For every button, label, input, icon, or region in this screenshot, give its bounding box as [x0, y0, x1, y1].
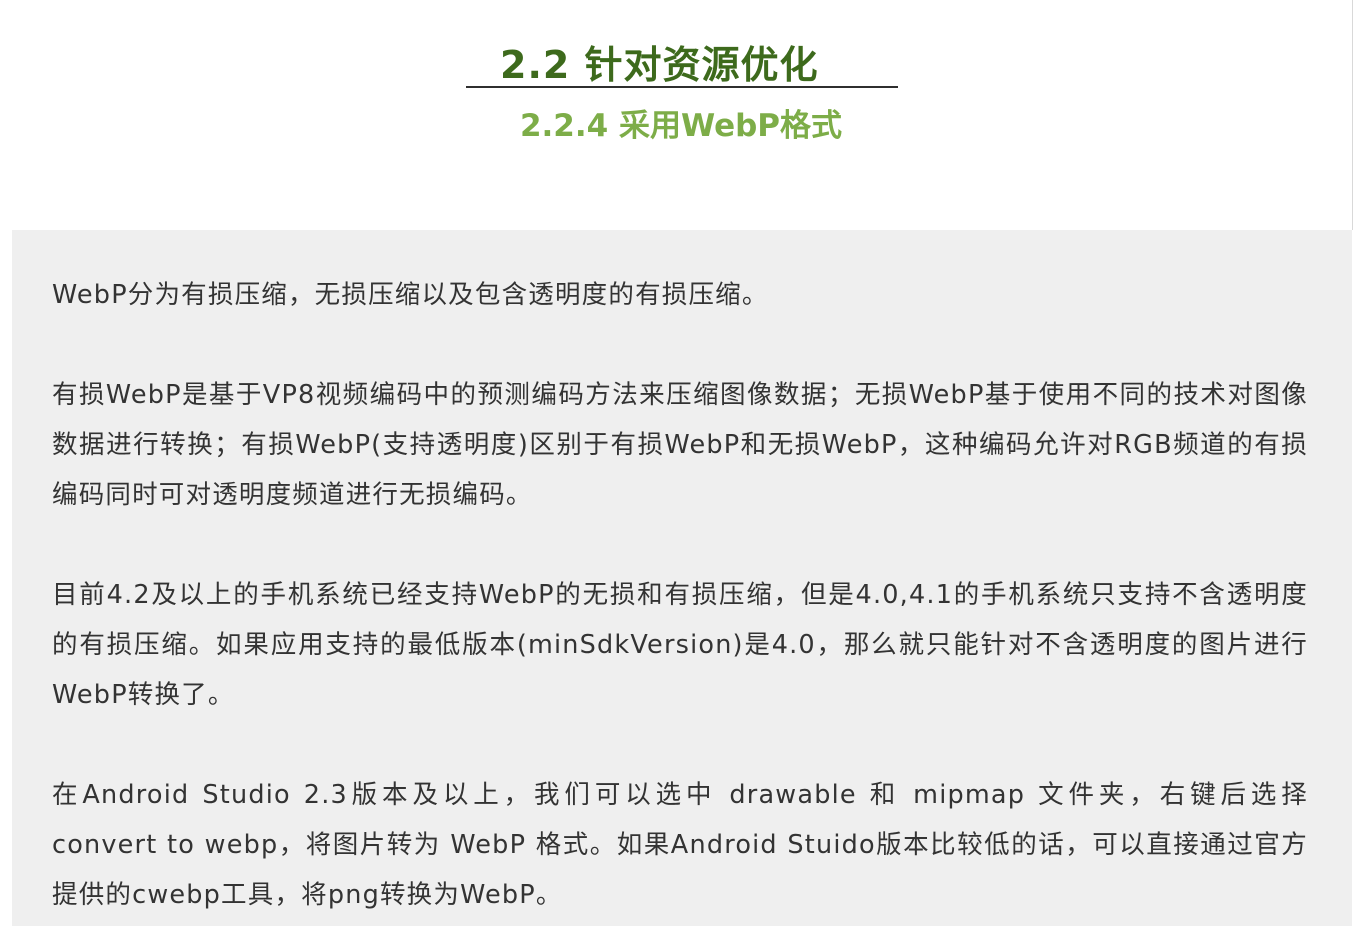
sub-section-title: 2.2.4 采用WebP格式: [519, 108, 843, 144]
content-panel: WebP分为有损压缩，无损压缩以及包含透明度的有损压缩。 有损WebP是基于VP…: [12, 230, 1352, 926]
paragraph-android-support: 目前4.2及以上的手机系统已经支持WebP的无损和有损压缩，但是4.0,4.1的…: [52, 580, 1308, 710]
paragraph-webp-types: WebP分为有损压缩，无损压缩以及包含透明度的有损压缩。: [52, 280, 769, 310]
paragraph-conversion-tools: 在Android Studio 2.3版本及以上，我们可以选中 drawable…: [52, 780, 1308, 910]
article-page: 2.2 针对资源优化 2.2.4 采用WebP格式 WebP分为有损压缩，无损压…: [0, 0, 1356, 926]
paragraph-webp-encoding: 有损WebP是基于VP8视频编码中的预测编码方法来压缩图像数据；无损WebP基于…: [52, 380, 1308, 510]
section-title: 2.2 针对资源优化: [466, 40, 898, 88]
